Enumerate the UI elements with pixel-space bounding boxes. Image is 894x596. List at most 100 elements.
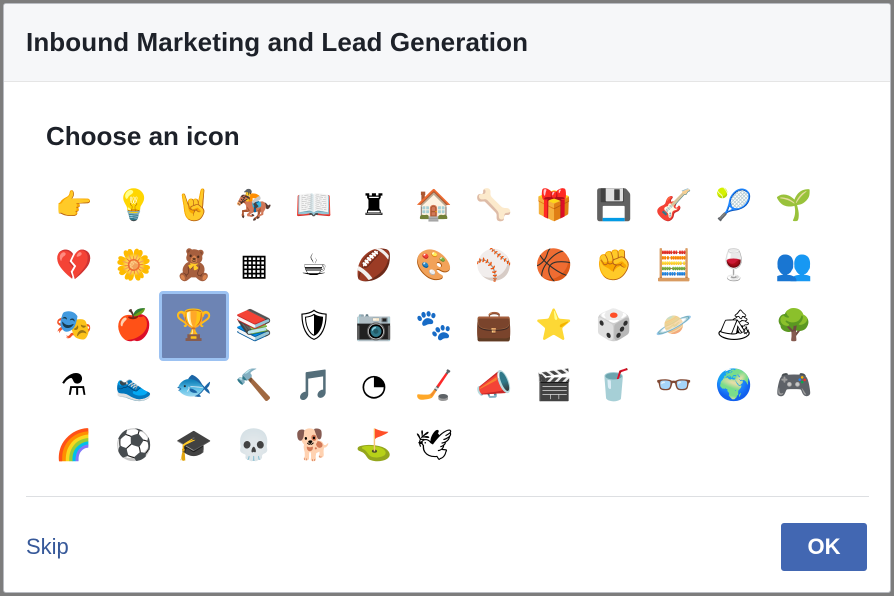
icon-option[interactable]: 🏈 bbox=[344, 236, 404, 296]
hockey-puck-icon: 🏒 bbox=[415, 368, 453, 403]
music-note-icon: 🎵 bbox=[295, 368, 333, 403]
skull-icon: 💀 bbox=[235, 428, 273, 463]
fish-icon: 🐟 bbox=[175, 368, 213, 403]
icon-option[interactable]: 💾 bbox=[584, 176, 644, 236]
chess-rook-icon: ♜ bbox=[360, 188, 388, 223]
icon-option[interactable]: 💡 bbox=[104, 176, 164, 236]
icon-option[interactable]: 🏇 bbox=[224, 176, 284, 236]
broken-heart-icon: 💔 bbox=[55, 248, 93, 283]
icon-option[interactable]: 🎓 bbox=[164, 416, 224, 476]
light-bulb-icon: 💡 bbox=[115, 188, 153, 223]
gavel-icon: 🔨 bbox=[235, 368, 273, 403]
icon-option[interactable]: 🎨 bbox=[404, 236, 464, 296]
footer-divider bbox=[26, 496, 869, 497]
sneaker-icon: 👟 bbox=[115, 368, 153, 403]
icon-option[interactable]: 🪐 bbox=[644, 296, 704, 356]
section-title: Choose an icon bbox=[46, 121, 240, 151]
calculator-icon: 🧮 bbox=[655, 248, 693, 283]
open-book-icon: 📖 bbox=[295, 188, 333, 223]
icon-grid: 👉 💡 🤘 🏇 📖 ♜ 🏠 🦴 🎁 💾 🎸 🎾 🌱 💔 🌼 🧸 ▦ ☕ 🏈 🎨 ⚾ 🏀 ✊ 🧮 🍷 👥 🎭 🍎 🏆 📚 🛡 📷 🐾 💼 ⭐ 🎲 🪐 🏕 🌳 ⚗… bbox=[44, 176, 824, 476]
icon-option[interactable]: 📣 bbox=[464, 356, 524, 416]
icon-option[interactable]: 🐕 bbox=[284, 416, 344, 476]
megaphone-icon: 📣 bbox=[475, 368, 513, 403]
icon-option[interactable]: ☕ bbox=[284, 236, 344, 296]
tree-icon: 🌳 bbox=[775, 308, 813, 343]
icon-option[interactable]: 👟 bbox=[104, 356, 164, 416]
icon-option[interactable]: 🐟 bbox=[164, 356, 224, 416]
tennis-icon: 🎾 bbox=[715, 188, 753, 223]
icon-option[interactable]: 🌼 bbox=[104, 236, 164, 296]
icon-option[interactable]: 🎲 bbox=[584, 296, 644, 356]
horse-racing-icon: 🏇 bbox=[235, 188, 273, 223]
icon-option[interactable]: 👓 bbox=[644, 356, 704, 416]
icon-option[interactable]: 🎾 bbox=[704, 176, 764, 236]
icon-option[interactable]: ♜ bbox=[344, 176, 404, 236]
icon-option[interactable]: 🌈 bbox=[44, 416, 104, 476]
icon-option[interactable]: 🎸 bbox=[644, 176, 704, 236]
icon-option[interactable]: 🌳 bbox=[764, 296, 824, 356]
flower-icon: 🌼 bbox=[115, 248, 153, 283]
dog-coin-icon: 🐕 bbox=[295, 428, 333, 463]
rainbow-icon: 🌈 bbox=[55, 428, 93, 463]
seedling-icon: 🌱 bbox=[775, 188, 813, 223]
icon-option[interactable]: 🎮 bbox=[764, 356, 824, 416]
icon-option[interactable]: 🏀 bbox=[524, 236, 584, 296]
game-controller-icon: 🎮 bbox=[775, 368, 813, 403]
baseball-icon: ⚾ bbox=[475, 248, 513, 283]
icon-option[interactable]: 🔨 bbox=[224, 356, 284, 416]
icon-option[interactable]: 🍎 bbox=[104, 296, 164, 356]
icon-option[interactable]: ▦ bbox=[224, 236, 284, 296]
icon-option[interactable]: 🏠 bbox=[404, 176, 464, 236]
icon-option[interactable]: 📚 bbox=[224, 296, 284, 356]
icon-option[interactable]: 🥤 bbox=[584, 356, 644, 416]
icon-option[interactable]: 🏆 bbox=[159, 291, 229, 361]
theater-masks-icon: 🎭 bbox=[55, 308, 93, 343]
raised-fist-icon: ✊ bbox=[595, 248, 633, 283]
camera-icon: 📷 bbox=[355, 308, 393, 343]
icon-option[interactable]: 👥 bbox=[764, 236, 824, 296]
icon-option[interactable]: ⚾ bbox=[464, 236, 524, 296]
shield-icon: 🛡 bbox=[294, 308, 334, 343]
icon-option[interactable]: 🧮 bbox=[644, 236, 704, 296]
teddy-bear-icon: 🧸 bbox=[175, 248, 213, 283]
icon-option[interactable]: 🍷 bbox=[704, 236, 764, 296]
icon-option[interactable]: ◔ bbox=[344, 356, 404, 416]
bone-icon: 🦴 bbox=[475, 188, 513, 223]
coffee-icon: ☕ bbox=[300, 248, 328, 283]
icon-option[interactable]: 📷 bbox=[344, 296, 404, 356]
icon-option[interactable]: ⭐ bbox=[524, 296, 584, 356]
ok-button[interactable]: OK bbox=[781, 523, 867, 571]
pie-chart-icon: ◔ bbox=[360, 368, 388, 403]
icon-option[interactable]: 🌱 bbox=[764, 176, 824, 236]
icon-option[interactable]: 📖 bbox=[284, 176, 344, 236]
icon-option[interactable]: 👉 bbox=[44, 176, 104, 236]
icon-option[interactable]: ✊ bbox=[584, 236, 644, 296]
trophy-icon: 🏆 bbox=[175, 308, 213, 343]
icon-option[interactable]: 🧸 bbox=[164, 236, 224, 296]
icon-option[interactable]: 🎬 bbox=[524, 356, 584, 416]
icon-option[interactable]: 🏒 bbox=[404, 356, 464, 416]
icon-option[interactable]: 🐾 bbox=[404, 296, 464, 356]
skip-link[interactable]: Skip bbox=[26, 534, 69, 560]
icon-option[interactable]: ⚗ bbox=[44, 356, 104, 416]
icon-option[interactable]: 💼 bbox=[464, 296, 524, 356]
icon-option[interactable]: 🎵 bbox=[284, 356, 344, 416]
icon-option[interactable]: 🦴 bbox=[464, 176, 524, 236]
calendar-grid-icon: ▦ bbox=[239, 248, 269, 283]
icon-option[interactable]: 🕊 bbox=[404, 416, 464, 476]
icon-option[interactable]: ⚽ bbox=[104, 416, 164, 476]
icon-option[interactable]: 🏕 bbox=[704, 296, 764, 356]
globe-icon: 🌍 bbox=[715, 368, 753, 403]
dice-icon: 🎲 bbox=[595, 308, 633, 343]
icon-option[interactable]: 🌍 bbox=[704, 356, 764, 416]
icon-option[interactable]: 💔 bbox=[44, 236, 104, 296]
red-cup-icon: 🥤 bbox=[595, 368, 633, 403]
icon-option[interactable]: 🤘 bbox=[164, 176, 224, 236]
icon-option[interactable]: 💀 bbox=[224, 416, 284, 476]
icon-option[interactable]: 🛡 bbox=[284, 296, 344, 356]
glasses-icon: 👓 bbox=[655, 368, 693, 403]
graduation-cap-icon: 🎓 bbox=[175, 428, 213, 463]
icon-option[interactable]: ⛳ bbox=[344, 416, 404, 476]
icon-option[interactable]: 🎭 bbox=[44, 296, 104, 356]
icon-option[interactable]: 🎁 bbox=[524, 176, 584, 236]
